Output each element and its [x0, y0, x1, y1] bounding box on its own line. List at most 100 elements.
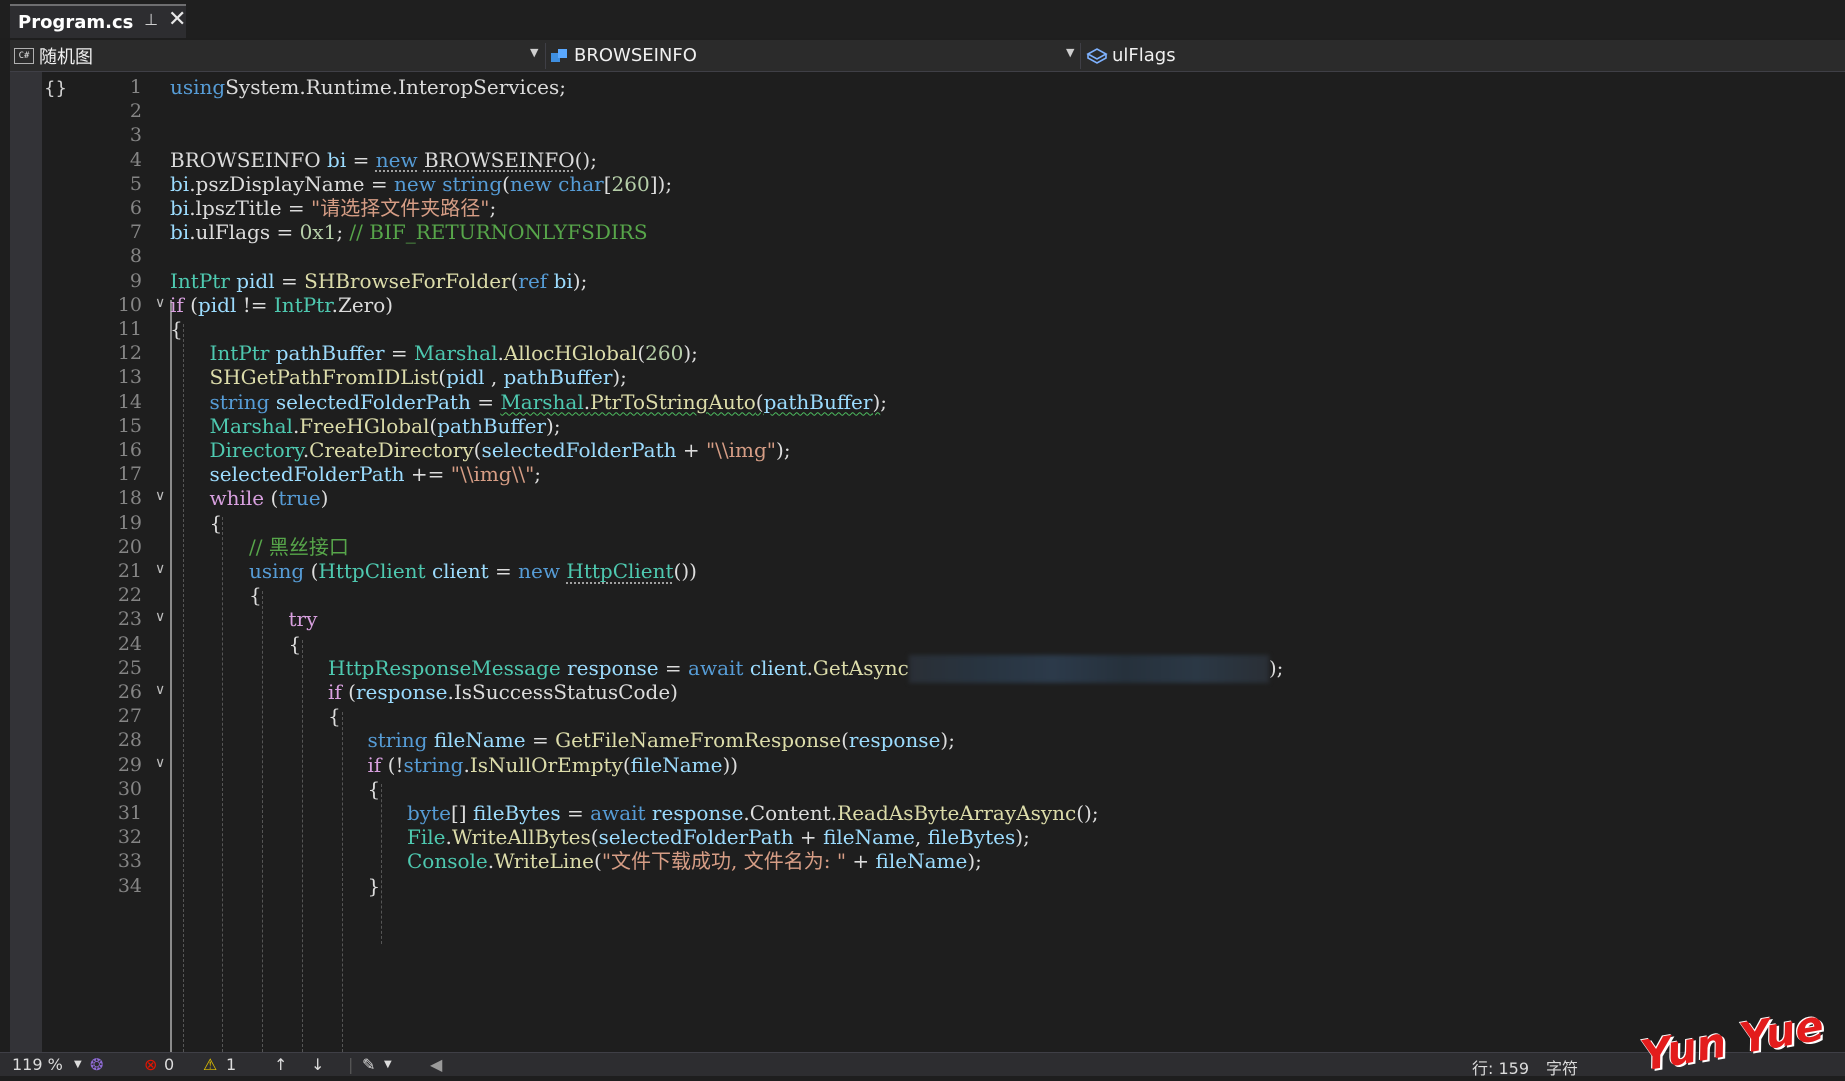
- code-token: using: [249, 559, 305, 583]
- code-text: }: [368, 872, 381, 901]
- fold-toggle-icon[interactable]: ∨: [155, 295, 165, 311]
- chevron-down-icon[interactable]: ▼: [530, 46, 538, 59]
- up-arrow-icon[interactable]: ↑: [274, 1055, 287, 1074]
- fold-toggle-icon[interactable]: ∨: [155, 561, 165, 577]
- code-token: pathBuffer: [275, 341, 385, 366]
- member-name: ulFlags: [1112, 45, 1176, 66]
- code-token: IntPtr: [209, 341, 270, 366]
- pin-icon[interactable]: ⊣: [141, 13, 160, 27]
- code-token: .Content.: [743, 801, 838, 825]
- code-line[interactable]: 34}: [10, 872, 1845, 901]
- code-token: HttpClient: [318, 559, 426, 583]
- code-token: await: [688, 655, 744, 680]
- member-dropdown[interactable]: ulFlags: [1086, 40, 1826, 71]
- code-token: (!: [381, 752, 404, 777]
- copilot-icon[interactable]: ❂: [90, 1055, 103, 1074]
- fold-toggle-icon[interactable]: ∨: [155, 755, 165, 771]
- error-icon[interactable]: ⊗: [144, 1055, 157, 1074]
- line-number: 34: [117, 874, 142, 897]
- code-token: +: [676, 438, 706, 462]
- code-token: new: [375, 147, 418, 172]
- nav-divider: [545, 43, 546, 69]
- fold-toggle-icon[interactable]: ∨: [155, 609, 165, 625]
- code-token: using: [170, 75, 226, 99]
- project-dropdown[interactable]: C# 随机图: [14, 40, 534, 71]
- code-token: WriteLine: [494, 849, 595, 874]
- code-token: fileName: [823, 825, 915, 850]
- down-arrow-icon[interactable]: ↓: [311, 1055, 324, 1074]
- code-token: ;: [489, 196, 497, 220]
- code-token: WriteAllBytes: [451, 825, 591, 850]
- close-icon[interactable]: ✕: [168, 7, 186, 32]
- chevron-down-icon[interactable]: ▼: [74, 1059, 82, 1070]
- code-token: );: [967, 849, 982, 874]
- chevron-down-icon[interactable]: ▼: [1066, 46, 1074, 59]
- code-token: []: [450, 801, 473, 825]
- code-token: bi: [327, 147, 347, 172]
- code-token: (: [755, 389, 764, 414]
- code-token: selectedFolderPath: [481, 438, 677, 462]
- code-token: );: [776, 438, 791, 462]
- encoding-indicator[interactable]: 字符: [1546, 1055, 1578, 1079]
- warning-count[interactable]: 1: [226, 1055, 236, 1074]
- code-token: =: [560, 801, 591, 825]
- chevron-down-icon[interactable]: ▼: [384, 1059, 392, 1070]
- code-token: ()): [673, 559, 697, 583]
- code-token: CreateDirectory: [309, 438, 474, 462]
- code-token: fileName: [433, 728, 526, 753]
- class-icon: [551, 48, 567, 62]
- code-token: fileBytes: [927, 825, 1016, 850]
- fold-toggle-icon[interactable]: ∨: [155, 488, 165, 504]
- code-token: bi: [170, 196, 190, 220]
- error-count[interactable]: 0: [164, 1055, 174, 1074]
- code-token: HttpClient: [566, 559, 674, 583]
- code-token: 0x1: [299, 220, 337, 245]
- code-token: =: [274, 268, 305, 293]
- code-token: =: [488, 559, 519, 583]
- code-token: bi: [553, 268, 573, 293]
- scroll-left-icon[interactable]: ◀: [430, 1055, 442, 1074]
- brush-icon[interactable]: ✎: [362, 1055, 375, 1074]
- code-token: (: [841, 728, 849, 753]
- code-token: .ulFlags =: [189, 220, 300, 245]
- status-divider: |: [348, 1055, 354, 1074]
- code-token: client: [431, 559, 489, 583]
- code-token: (: [594, 849, 602, 874]
- code-token: string: [442, 171, 503, 196]
- code-token: HttpResponseMessage: [328, 655, 561, 680]
- type-dropdown[interactable]: BROWSEINFO: [550, 40, 1070, 71]
- warning-icon[interactable]: ⚠: [203, 1055, 217, 1074]
- tab-title: Program.cs: [18, 11, 134, 33]
- code-token: ,: [914, 825, 928, 850]
- code-token: .lpszTitle =: [189, 196, 312, 220]
- csharp-project-icon: C#: [14, 47, 34, 64]
- code-token: {: [209, 510, 223, 535]
- code-token: selectedFolderPath: [209, 462, 405, 487]
- zoom-level[interactable]: 119 %: [12, 1055, 63, 1074]
- code-token: ();: [1076, 801, 1099, 825]
- code-token: ReadAsByteArrayAsync: [837, 801, 1077, 825]
- code-token: "请选择文件夹路径": [311, 196, 490, 220]
- tab-program-cs[interactable]: Program.cs ⊣ ✕: [10, 4, 186, 38]
- code-token: new: [393, 171, 436, 196]
- code-token: GetFileNameFromResponse: [555, 728, 842, 753]
- code-token: (: [637, 341, 646, 366]
- code-token: (: [304, 559, 319, 583]
- fold-toggle-icon[interactable]: ∨: [155, 682, 165, 698]
- project-name: 随机图: [39, 46, 93, 68]
- code-token: Marshal: [209, 413, 293, 438]
- code-token: PtrToStringAuto: [590, 389, 756, 414]
- code-token: Marshal: [414, 341, 498, 366]
- code-token: );: [940, 728, 955, 753]
- code-token: FreeHGlobal: [299, 413, 430, 438]
- code-token: fileBytes: [472, 801, 561, 825]
- code-editor[interactable]: {} 1 usingSystem.Runtime.InteropServices;…: [10, 72, 1845, 1052]
- code-token: client: [749, 655, 807, 680]
- code-token: ): [320, 486, 329, 511]
- code-token: selectedFolderPath: [598, 825, 794, 850]
- code-token: !=: [236, 292, 274, 317]
- code-token: if: [328, 680, 342, 704]
- code-token: {: [170, 317, 183, 341]
- code-token: response: [651, 801, 744, 825]
- code-token: =: [658, 655, 689, 680]
